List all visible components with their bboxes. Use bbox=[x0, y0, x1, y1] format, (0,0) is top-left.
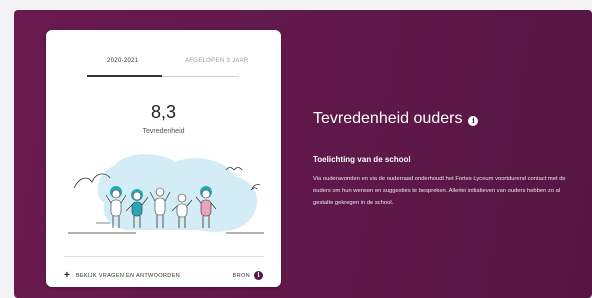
info-icon: i bbox=[254, 271, 263, 280]
satisfaction-score: 8,3 bbox=[150, 102, 177, 122]
source-label: BRON bbox=[232, 272, 250, 279]
faq-link[interactable]: + BEKIJK VRAGEN EN ANTWOORDEN bbox=[64, 270, 180, 281]
plus-icon: + bbox=[64, 270, 70, 281]
period-tabs: 2020-2021 AFGELOPEN 3 JAAR bbox=[46, 58, 281, 77]
tab-2020-2021[interactable]: 2020-2021 bbox=[107, 58, 138, 64]
faq-link-label: BEKIJK VRAGEN EN ANTWOORDEN bbox=[75, 273, 180, 279]
page-title: Tevredenheid ouders bbox=[313, 110, 463, 127]
content-panel: 2020-2021 AFGELOPEN 3 JAAR 8,3 Tevredenh… bbox=[14, 10, 592, 298]
tab-baseline bbox=[162, 75, 239, 77]
active-tab-indicator bbox=[87, 75, 162, 77]
satisfaction-score-label: Tevredenheid bbox=[142, 128, 185, 135]
section-subtitle: Toelichting van de school bbox=[313, 155, 411, 164]
page-title-row: Tevredenheid ouders i bbox=[313, 110, 479, 128]
parents-illustration bbox=[68, 154, 264, 234]
tab-last-3-years[interactable]: AFGELOPEN 3 JAAR bbox=[185, 58, 248, 64]
info-icon[interactable]: i bbox=[468, 115, 479, 126]
satisfaction-card: 2020-2021 AFGELOPEN 3 JAAR 8,3 Tevredenh… bbox=[46, 30, 281, 287]
school-explanation: Via ouderavonden en via de ouderraad ond… bbox=[313, 176, 566, 206]
source-button[interactable]: BRON i bbox=[233, 271, 263, 280]
card-divider bbox=[64, 256, 264, 257]
